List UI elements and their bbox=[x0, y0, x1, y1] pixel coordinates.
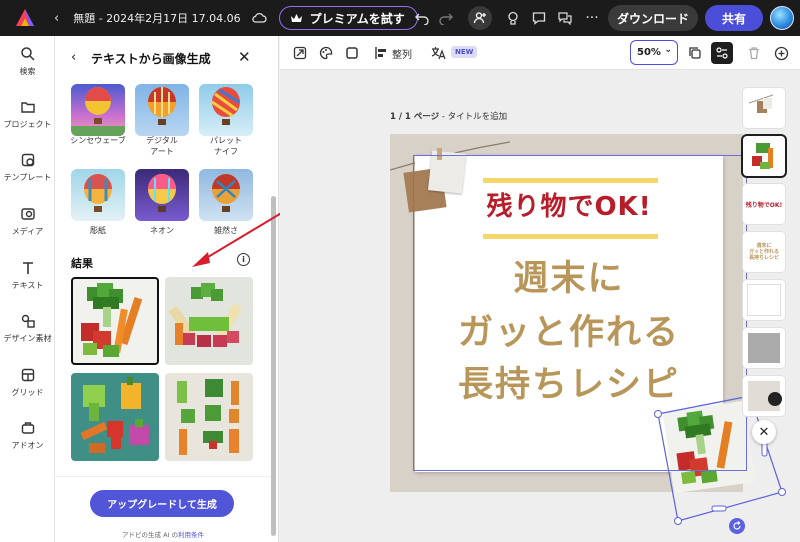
chat-icon[interactable] bbox=[555, 8, 575, 28]
rail-item-text[interactable]: テキスト bbox=[0, 260, 55, 291]
pixel-vegetables-image bbox=[80, 377, 149, 453]
shapes-icon bbox=[21, 314, 35, 328]
rotate-icon[interactable] bbox=[729, 518, 745, 534]
rail-item-addons[interactable]: アドオン bbox=[0, 420, 55, 451]
share-button[interactable]: 共有 bbox=[705, 5, 763, 31]
download-button[interactable]: ダウンロード bbox=[608, 5, 698, 31]
style-label: デジタル アート bbox=[146, 136, 178, 156]
back-icon[interactable]: ‹ bbox=[54, 11, 59, 26]
rail-label: アドオン bbox=[11, 441, 44, 450]
style-label: シンセウェーブ bbox=[70, 136, 126, 145]
addon-icon bbox=[21, 422, 34, 434]
undo-icon[interactable] bbox=[412, 8, 432, 28]
style-label: 彫紙 bbox=[90, 226, 106, 235]
result-image-2[interactable] bbox=[165, 277, 253, 365]
close-selection-button[interactable]: ✕ bbox=[752, 420, 776, 444]
style-thumb-palette-knife[interactable] bbox=[199, 84, 253, 136]
pixel-vegetables-image bbox=[81, 283, 143, 357]
panel-footer: アップグレードして生成 アドビの生成 AI の利用条件 bbox=[55, 476, 271, 542]
terms-link[interactable]: 利用条件 bbox=[178, 531, 204, 539]
thumb-headline: 残り物でOK! bbox=[745, 201, 783, 209]
style-thumb-synthwave[interactable] bbox=[71, 84, 125, 136]
panel-close-icon[interactable]: ✕ bbox=[238, 48, 251, 66]
thumb-2[interactable] bbox=[743, 136, 785, 176]
folder-icon bbox=[20, 102, 35, 113]
results-heading: 結果 bbox=[71, 257, 93, 270]
try-premium-button[interactable]: プレミアムを試す bbox=[278, 6, 418, 30]
remove-background-icon[interactable] bbox=[768, 392, 782, 406]
upgrade-generate-button[interactable]: アップグレードして生成 bbox=[90, 490, 234, 517]
adobe-express-logo[interactable] bbox=[14, 7, 36, 29]
rail-item-templates[interactable]: テンプレート bbox=[0, 152, 55, 183]
pixel-vegetables-image bbox=[168, 283, 243, 347]
document-title[interactable]: 無題 - 2024年2月17日 17.04.06 bbox=[73, 10, 240, 26]
add-user-icon bbox=[473, 12, 486, 24]
premium-label: プレミアムを試す bbox=[309, 11, 405, 26]
rail-item-design-assets[interactable]: デザイン素材 bbox=[0, 313, 55, 344]
balloon-image bbox=[71, 87, 125, 136]
image-selection-frame bbox=[654, 392, 786, 525]
media-icon bbox=[20, 208, 35, 220]
text-to-image-panel: ‹ テキストから画像生成 ✕ シンセウェーブ デジタル アート パレット ナイフ… bbox=[55, 36, 279, 542]
panel-back-icon[interactable]: ‹ bbox=[71, 50, 76, 65]
panel-title: テキストから画像生成 bbox=[91, 52, 211, 66]
invite-user-button[interactable] bbox=[468, 6, 492, 30]
rail-item-search[interactable]: 検索 bbox=[0, 46, 55, 77]
rail-label: メディア bbox=[11, 227, 44, 236]
lightbulb-icon[interactable] bbox=[503, 8, 523, 28]
text-icon bbox=[22, 262, 33, 274]
comment-icon[interactable] bbox=[529, 8, 549, 28]
rail-label: プロジェクト bbox=[3, 120, 52, 129]
cloud-icon bbox=[251, 12, 267, 23]
result-image-3[interactable] bbox=[71, 373, 159, 461]
thumb-6[interactable] bbox=[743, 328, 785, 368]
left-rail: 検索 プロジェクト テンプレート メディア テキスト デザイン素材 グリッド ア… bbox=[0, 36, 55, 542]
thumb-line-3: 長持ちレシピ bbox=[748, 255, 779, 261]
balloon-image bbox=[148, 87, 176, 125]
top-bar: ‹ 無題 - 2024年2月17日 17.04.06 プレミアムを試す ··· … bbox=[0, 0, 800, 36]
canvas-area: 整列 NEW 50% ⌄ 1 / 1 ページ - タイトルを追加 残り物でOK!… bbox=[280, 36, 800, 542]
redo-icon[interactable] bbox=[436, 8, 456, 28]
terms-prefix: アドビの生成 AI の bbox=[122, 531, 178, 539]
thumb-4[interactable]: 週末に ガッと作れる 長持ちレシピ bbox=[743, 232, 785, 272]
style-thumb-paper-cut[interactable] bbox=[71, 169, 125, 221]
style-label: パレット ナイフ bbox=[210, 136, 242, 156]
result-image-4[interactable] bbox=[165, 373, 253, 461]
grid-icon bbox=[21, 368, 34, 382]
style-thumb-digital-art[interactable] bbox=[135, 84, 189, 136]
balloon-image bbox=[84, 174, 112, 212]
rail-item-grid[interactable]: グリッド bbox=[0, 367, 55, 398]
rail-label: テキスト bbox=[11, 281, 44, 290]
terms-text: アドビの生成 AI の利用条件 bbox=[55, 529, 271, 539]
rail-item-media[interactable]: メディア bbox=[0, 206, 55, 237]
thumb-5[interactable] bbox=[743, 280, 785, 320]
rail-item-projects[interactable]: プロジェクト bbox=[0, 99, 55, 130]
crown-icon bbox=[290, 13, 302, 22]
avatar[interactable] bbox=[770, 6, 794, 30]
search-icon bbox=[20, 47, 35, 61]
rail-label: グリッド bbox=[11, 388, 44, 397]
pixel-vegetables-image bbox=[177, 379, 239, 455]
rail-label: テンプレート bbox=[3, 173, 52, 182]
balloon-image bbox=[211, 87, 240, 125]
more-icon[interactable]: ··· bbox=[582, 8, 602, 28]
rail-label: デザイン素材 bbox=[3, 334, 52, 343]
thumb-1[interactable] bbox=[743, 88, 785, 128]
template-icon bbox=[21, 153, 34, 167]
thumb-3[interactable]: 残り物でOK! bbox=[743, 184, 785, 224]
result-image-1[interactable] bbox=[71, 277, 159, 365]
rail-label: 検索 bbox=[19, 67, 36, 76]
